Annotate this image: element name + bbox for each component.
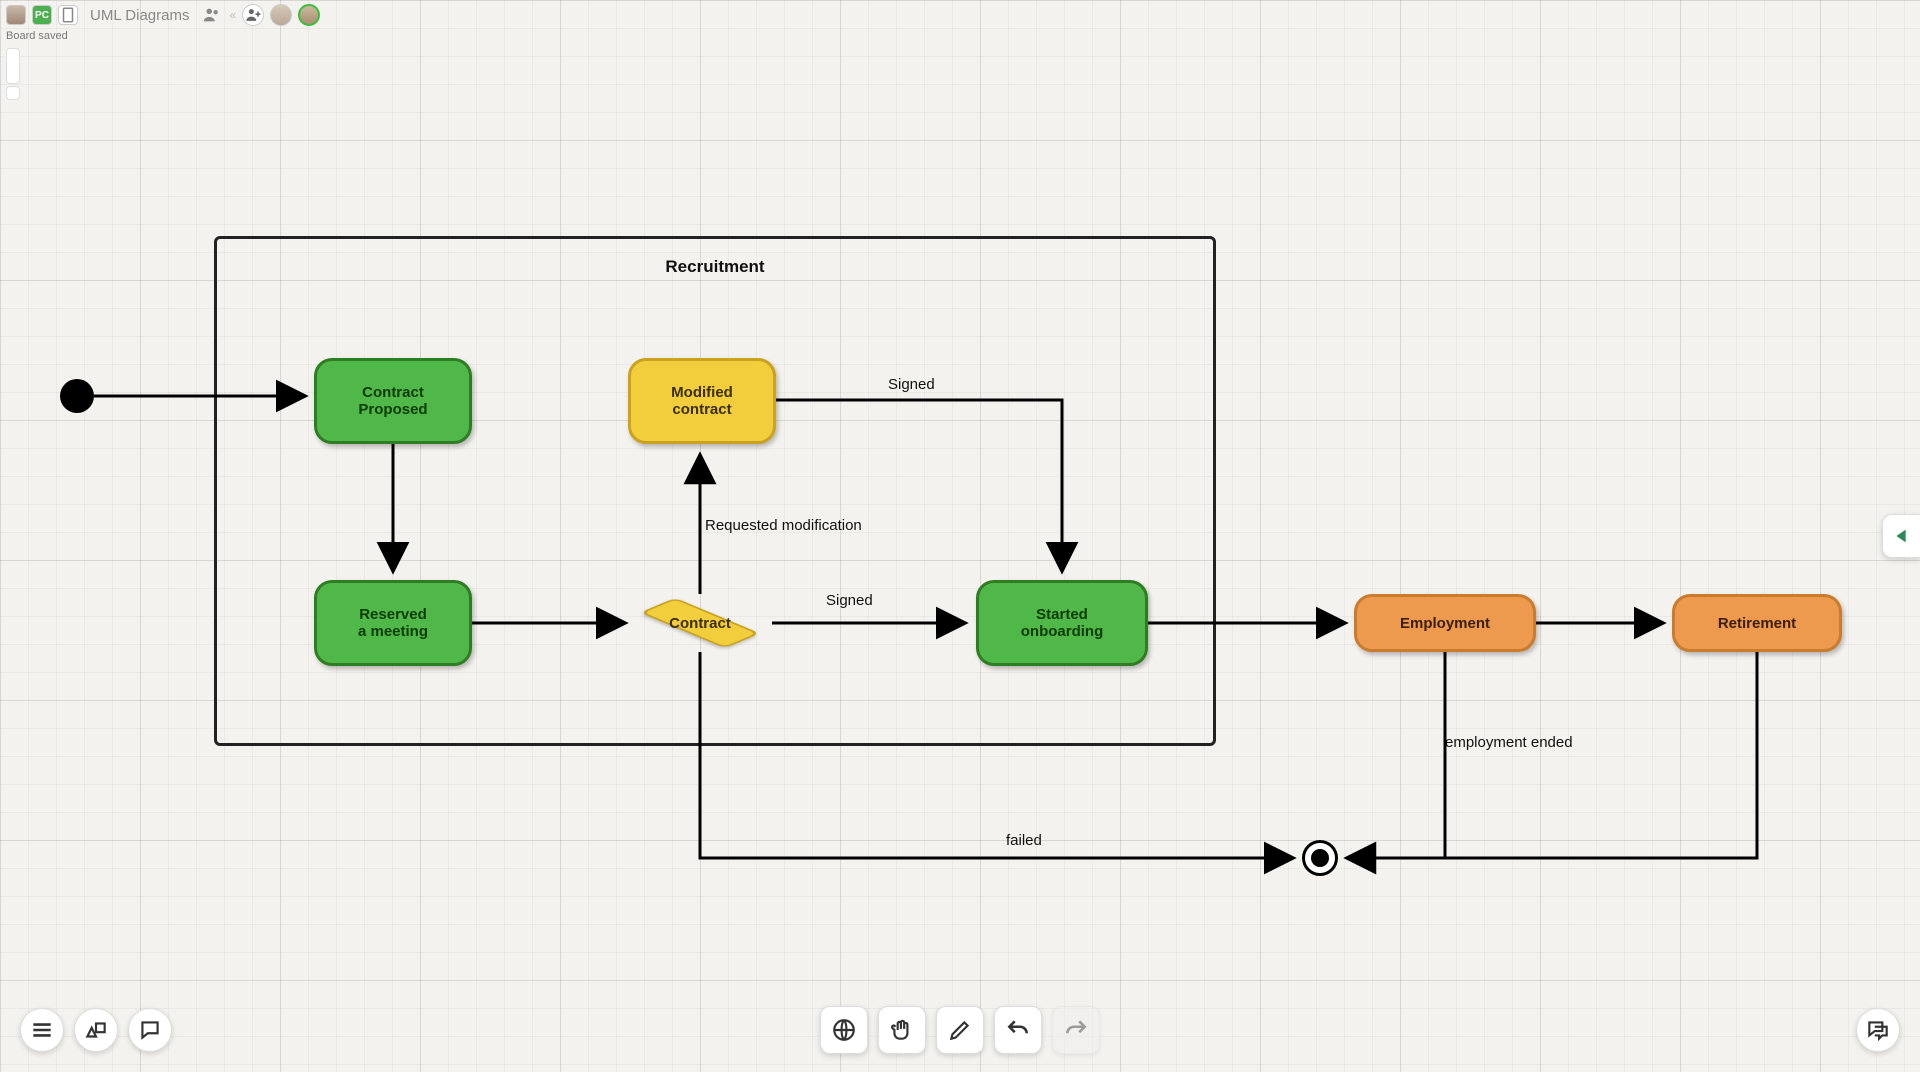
node-employment[interactable]: Employment bbox=[1354, 594, 1536, 652]
edge-label-signed-mid: Signed bbox=[826, 592, 873, 609]
start-node[interactable] bbox=[60, 379, 94, 413]
edge-label-signed-top: Signed bbox=[888, 376, 935, 393]
globe-button[interactable] bbox=[820, 1006, 868, 1054]
node-modified-contract[interactable]: Modified contract bbox=[628, 358, 776, 444]
menu-button[interactable] bbox=[20, 1008, 64, 1052]
draw-button[interactable] bbox=[936, 1006, 984, 1054]
node-label: Retirement bbox=[1718, 615, 1796, 632]
bottom-left-toolbar bbox=[20, 1008, 172, 1052]
end-node[interactable] bbox=[1302, 840, 1338, 876]
undo-button[interactable] bbox=[994, 1006, 1042, 1054]
pan-button[interactable] bbox=[878, 1006, 926, 1054]
node-contract-decision[interactable]: Contract bbox=[640, 598, 760, 648]
node-label: Contract Proposed bbox=[358, 384, 427, 418]
side-panel-toggle[interactable] bbox=[1882, 514, 1920, 558]
diagram-layer: Recruitment Contract Proposed Modified c… bbox=[0, 0, 1920, 1072]
bottom-center-toolbar bbox=[820, 1006, 1100, 1054]
edge-label-requested-mod: Requested modification bbox=[705, 517, 862, 534]
bottom-right-toolbar bbox=[1856, 1008, 1900, 1052]
shapes-button[interactable] bbox=[74, 1008, 118, 1052]
node-label: Employment bbox=[1400, 615, 1490, 632]
node-started-onboarding[interactable]: Started onboarding bbox=[976, 580, 1148, 666]
edge-label-employment-ended: employment ended bbox=[1445, 734, 1573, 751]
node-label: Started onboarding bbox=[1021, 606, 1104, 640]
comments-button[interactable] bbox=[128, 1008, 172, 1052]
recruitment-frame[interactable]: Recruitment bbox=[214, 236, 1216, 746]
node-retirement[interactable]: Retirement bbox=[1672, 594, 1842, 652]
node-label: Reserved a meeting bbox=[358, 606, 428, 640]
node-label: Modified contract bbox=[671, 384, 733, 418]
chat-button[interactable] bbox=[1856, 1008, 1900, 1052]
node-reserved-meeting[interactable]: Reserved a meeting bbox=[314, 580, 472, 666]
frame-title: Recruitment bbox=[217, 257, 1213, 277]
edge-label-failed: failed bbox=[1006, 832, 1042, 849]
redo-button[interactable] bbox=[1052, 1006, 1100, 1054]
node-contract-proposed[interactable]: Contract Proposed bbox=[314, 358, 472, 444]
node-label: Contract bbox=[640, 598, 760, 648]
